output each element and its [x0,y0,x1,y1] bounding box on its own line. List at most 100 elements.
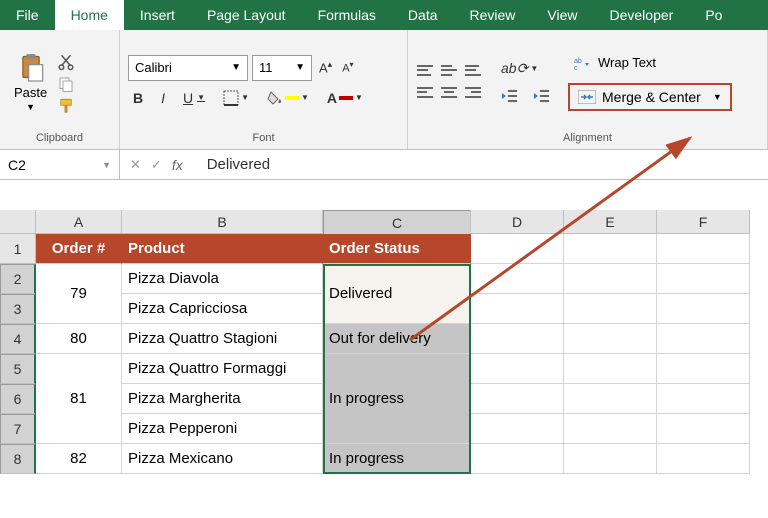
cell[interactable]: 80 [36,324,122,354]
cell[interactable]: 81 [36,354,122,444]
cell[interactable]: Order # [36,234,122,264]
formula-input[interactable]: Delivered [193,156,270,173]
cell[interactable]: Product [122,234,323,264]
cell[interactable] [471,444,564,474]
cell[interactable]: Pizza Quattro Stagioni [122,324,323,354]
col-header-B[interactable]: B [122,210,323,234]
cell[interactable]: In progress [323,444,471,474]
cell[interactable]: 79 [36,264,122,324]
cell[interactable]: Out for delivery [323,324,471,354]
align-center-icon[interactable] [440,85,458,101]
align-top-icon[interactable] [416,63,434,79]
row-header-8[interactable]: 8 [0,444,36,474]
row-header-5[interactable]: 5 [0,354,36,384]
tab-file[interactable]: File [0,0,55,30]
cell[interactable] [564,444,657,474]
copy-icon[interactable] [57,75,75,93]
formula-bar: C2▼ ✕ ✓ fx Delivered [0,150,768,180]
align-right-icon[interactable] [464,85,482,101]
align-bottom-icon[interactable] [464,63,482,79]
select-all-corner[interactable] [0,210,36,234]
tab-formulas[interactable]: Formulas [302,0,392,30]
tab-po[interactable]: Po [689,0,738,30]
cell[interactable]: Pizza Mexicano [122,444,323,474]
tab-insert[interactable]: Insert [124,0,191,30]
row-header-3[interactable]: 3 [0,294,36,324]
font-size-select[interactable]: 11▼ [252,55,312,81]
font-name-select[interactable]: Calibri▼ [128,55,248,81]
cell[interactable] [471,294,564,324]
cell[interactable]: 82 [36,444,122,474]
font-color-button[interactable]: A▼ [322,87,368,109]
cell[interactable] [657,294,750,324]
cell[interactable] [657,234,750,264]
cell[interactable] [657,354,750,384]
decrease-indent-icon[interactable] [496,86,522,106]
fill-color-button[interactable]: ▼ [262,87,314,109]
increase-font-icon[interactable]: A▴ [316,59,335,75]
cell[interactable] [564,324,657,354]
cell[interactable] [564,414,657,444]
tab-data[interactable]: Data [392,0,454,30]
increase-indent-icon[interactable] [528,86,554,106]
tab-home[interactable]: Home [55,0,124,30]
cell[interactable]: Pizza Diavola [122,264,323,294]
cell[interactable] [564,354,657,384]
cell[interactable]: Order Status [323,234,471,264]
orientation-button[interactable]: ab⟳▼ [496,57,543,80]
cell[interactable] [657,384,750,414]
clipboard-paste-icon [17,51,45,83]
enter-icon[interactable]: ✓ [151,157,162,173]
paste-label: Paste [14,85,47,100]
cell[interactable] [471,234,564,264]
cell[interactable] [471,384,564,414]
row-header-4[interactable]: 4 [0,324,36,354]
cell[interactable] [657,264,750,294]
align-middle-icon[interactable] [440,63,458,79]
col-header-F[interactable]: F [657,210,750,234]
paste-button[interactable]: Paste ▼ [8,49,53,114]
row-header-1[interactable]: 1 [0,234,36,264]
cell[interactable]: Delivered [323,264,471,324]
tab-developer[interactable]: Developer [594,0,690,30]
tab-view[interactable]: View [531,0,593,30]
cell[interactable]: Pizza Quattro Formaggi [122,354,323,384]
fx-icon[interactable]: fx [172,157,183,173]
cell[interactable] [564,384,657,414]
underline-button[interactable]: U▼ [178,87,210,109]
row-header-2[interactable]: 2 [0,264,36,294]
cell[interactable]: Pizza Pepperoni [122,414,323,444]
col-header-A[interactable]: A [36,210,122,234]
cell[interactable] [657,444,750,474]
cell[interactable] [657,414,750,444]
border-button[interactable]: ▼ [218,87,254,109]
col-header-C[interactable]: C [323,210,471,236]
tab-page-layout[interactable]: Page Layout [191,0,302,30]
row-header-6[interactable]: 6 [0,384,36,414]
cut-icon[interactable] [57,53,75,71]
cell[interactable] [564,234,657,264]
cell[interactable] [471,264,564,294]
cell[interactable]: In progress [323,354,471,444]
bold-button[interactable]: B [128,87,148,109]
cell[interactable] [471,354,564,384]
cell[interactable]: Pizza Capricciosa [122,294,323,324]
tab-review[interactable]: Review [454,0,532,30]
row-header-7[interactable]: 7 [0,414,36,444]
align-left-icon[interactable] [416,85,434,101]
name-box[interactable]: C2▼ [0,150,120,179]
wrap-text-button[interactable]: abc Wrap Text [568,53,732,73]
merge-center-button[interactable]: Merge & Center ▼ [568,83,732,111]
italic-button[interactable]: I [156,87,170,109]
cell[interactable]: Pizza Margherita [122,384,323,414]
cancel-icon[interactable]: ✕ [130,157,141,173]
decrease-font-icon[interactable]: A▾ [339,60,356,75]
col-header-E[interactable]: E [564,210,657,234]
cell[interactable] [564,264,657,294]
col-header-D[interactable]: D [471,210,564,234]
cell[interactable] [471,324,564,354]
format-painter-icon[interactable] [57,97,75,115]
cell[interactable] [471,414,564,444]
cell[interactable] [657,324,750,354]
cell[interactable] [564,294,657,324]
